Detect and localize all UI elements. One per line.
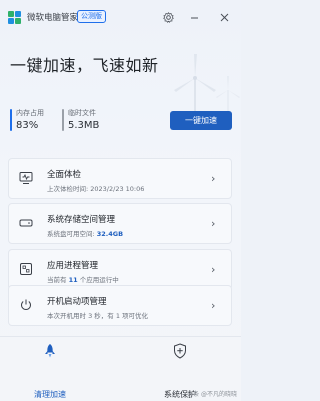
memory-indicator-bar [10,109,12,131]
card-storage-management[interactable]: 系统存储空间管理 系统盘可用空间: 32.4GB › [8,203,232,244]
monitor-check-icon [19,172,33,184]
apps-icon [20,263,32,275]
nav-system-protection[interactable]: 系统保护 [130,343,230,399]
shield-plus-icon [174,343,186,359]
watermark: 头条 @不凡的晓晓 [187,391,237,398]
card-subtitle: 本次开机用时 3 秒，有 1 项可优化 [47,312,149,320]
card-subtitle: 当前有 11 个应用运行中 [47,276,119,284]
settings-icon[interactable] [160,9,176,25]
close-icon[interactable] [216,9,232,25]
drive-icon [19,219,33,227]
rocket-icon [45,344,55,358]
card-full-checkup[interactable]: 全面体检 上次体检时间: 2023/2/23 10:06 › [8,158,232,199]
card-subtitle: 系统盘可用空间: 32.4GB [47,230,124,238]
chevron-right-icon: › [211,172,216,185]
bottom-navigation: 清理加速 系统保护 头条 @不凡的晓晓 [0,336,241,401]
hero-title: 一键加速，飞速如新 [10,56,159,75]
chevron-right-icon: › [211,263,216,276]
app-window: 微软电脑管家 公测版 一键加速，飞速如新 内存占用 83% 临时文件 5.3MB [0,0,241,401]
running-apps-count: 11 [68,276,78,284]
memory-value: 83% [16,120,39,131]
power-icon [21,299,31,310]
memory-label: 内存占用 [16,109,44,117]
one-click-accelerate-button[interactable]: 一键加速 [170,111,232,130]
card-title: 开机启动项管理 [47,297,107,307]
free-space-value: 32.4GB [96,230,124,238]
nav-clean-accelerate[interactable]: 清理加速 [0,343,100,399]
nav-clean-label: 清理加速 [34,390,66,399]
card-title: 应用进程管理 [47,261,99,271]
temp-files-value: 5.3MB [68,120,100,131]
title-bar: 微软电脑管家 公测版 [0,0,241,34]
minimize-icon[interactable] [186,9,202,25]
app-logo-icon [8,11,21,24]
card-startup-management[interactable]: 开机启动项管理 本次开机用时 3 秒，有 1 项可优化 › [8,285,232,326]
card-title: 系统存储空间管理 [47,215,116,225]
chevron-right-icon: › [211,217,216,230]
card-title: 全面体检 [47,170,82,180]
beta-badge: 公测版 [77,10,106,23]
chevron-right-icon: › [211,299,216,312]
app-title: 微软电脑管家 [27,13,79,23]
temp-files-indicator-bar [62,109,64,131]
temp-files-label: 临时文件 [68,109,96,117]
card-subtitle: 上次体检时间: 2023/2/23 10:06 [47,185,145,193]
card-process-management[interactable]: 应用进程管理 当前有 11 个应用运行中 › [8,249,232,290]
